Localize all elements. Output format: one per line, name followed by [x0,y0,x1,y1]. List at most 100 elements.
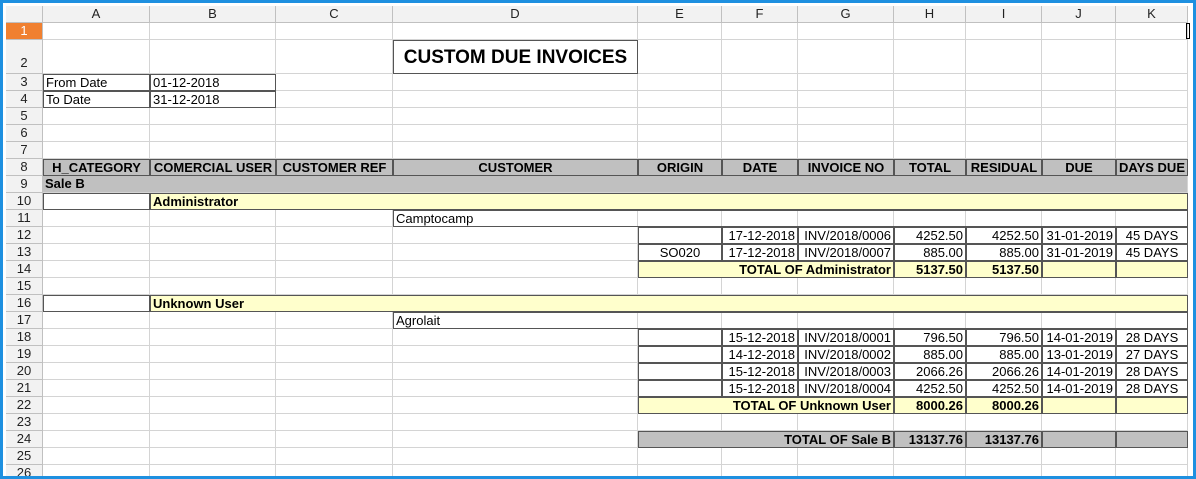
grid-cell[interactable] [43,278,150,295]
grid-cell[interactable] [722,142,798,159]
grid-cell[interactable] [276,23,393,40]
row-header-11[interactable]: 11 [6,210,43,227]
grid-cell[interactable] [798,23,894,40]
grid-cell[interactable] [276,125,393,142]
grid-cell[interactable] [1042,278,1116,295]
grid-cell[interactable] [1042,40,1116,74]
grid-cell[interactable] [966,40,1042,74]
grid-cell[interactable] [276,431,393,448]
grid-cell[interactable] [150,465,276,476]
grid-cell[interactable] [798,142,894,159]
row-header-12[interactable]: 12 [6,227,43,244]
grid-cell[interactable] [722,465,798,476]
grid-cell[interactable] [722,40,798,74]
grid-cell[interactable] [150,431,276,448]
grid-cell[interactable] [150,227,276,244]
grid-cell[interactable] [722,91,798,108]
grid-cell[interactable] [722,108,798,125]
grid-cell[interactable] [43,40,150,74]
grid-cell[interactable] [393,431,638,448]
row-header-24[interactable]: 24 [6,431,43,448]
grid-cell[interactable] [276,91,393,108]
grid-cell[interactable] [43,363,150,380]
grid-cell[interactable] [1116,414,1188,431]
grid-cell[interactable] [1042,91,1116,108]
row-header-2[interactable]: 2 [6,40,43,74]
grid-cell[interactable] [276,312,393,329]
grid-cell[interactable] [1042,108,1116,125]
grid-cell[interactable] [894,125,966,142]
grid-cell[interactable] [722,278,798,295]
grid-cell[interactable] [638,40,722,74]
grid-cell[interactable] [966,74,1042,91]
grid-cell[interactable] [43,380,150,397]
grid-cell[interactable] [1116,23,1188,40]
grid-cell[interactable] [43,23,150,40]
grid-cell[interactable] [393,227,638,244]
grid-cell[interactable] [638,91,722,108]
row-header-5[interactable]: 5 [6,108,43,125]
grid-cell[interactable] [894,278,966,295]
grid-cell[interactable] [150,142,276,159]
grid-cell[interactable] [276,465,393,476]
grid-cell[interactable] [393,91,638,108]
grid-cell[interactable] [150,448,276,465]
select-all-corner[interactable] [6,6,43,23]
grid-cell[interactable] [1042,142,1116,159]
grid-cell[interactable] [393,108,638,125]
grid-cell[interactable] [150,397,276,414]
grid-cell[interactable] [638,414,722,431]
grid-cell[interactable] [43,414,150,431]
grid-cell[interactable] [150,329,276,346]
grid-cell[interactable] [798,414,894,431]
grid-cell[interactable] [393,414,638,431]
grid-cell[interactable] [1042,465,1116,476]
grid-cell[interactable] [722,414,798,431]
grid-cell[interactable] [43,210,150,227]
grid-cell[interactable] [638,23,722,40]
grid-cell[interactable] [393,380,638,397]
grid-cell[interactable] [150,346,276,363]
grid-cell[interactable] [150,278,276,295]
column-header-a[interactable]: A [43,6,150,23]
grid-cell[interactable] [1042,125,1116,142]
grid-cell[interactable] [798,278,894,295]
grid-cell[interactable] [1116,40,1188,74]
column-header-j[interactable]: J [1042,6,1116,23]
grid-cell[interactable] [43,125,150,142]
grid-cell[interactable] [798,74,894,91]
grid-cell[interactable] [966,91,1042,108]
grid-cell[interactable] [150,210,276,227]
grid-cell[interactable] [43,465,150,476]
grid-cell[interactable] [150,261,276,278]
grid-cell[interactable] [722,74,798,91]
row-header-26[interactable]: 26 [6,465,43,476]
grid-cell[interactable] [43,261,150,278]
grid-cell[interactable] [276,414,393,431]
grid-cell[interactable] [393,397,638,414]
row-header-22[interactable]: 22 [6,397,43,414]
grid-cell[interactable] [798,125,894,142]
row-header-13[interactable]: 13 [6,244,43,261]
grid-cell[interactable] [798,108,894,125]
row-header-3[interactable]: 3 [6,74,43,91]
grid-cell[interactable] [276,397,393,414]
to-date-value[interactable]: 31-12-2018 [150,91,276,108]
grid-cell[interactable] [150,380,276,397]
grid-cell[interactable] [150,108,276,125]
row-header-21[interactable]: 21 [6,380,43,397]
row-header-10[interactable]: 10 [6,193,43,210]
grid-cell[interactable] [1042,414,1116,431]
grid-cell[interactable] [722,125,798,142]
row-header-15[interactable]: 15 [6,278,43,295]
grid-cell[interactable] [276,363,393,380]
grid-cell[interactable] [43,142,150,159]
grid-cell[interactable] [722,448,798,465]
grid-cell[interactable] [638,448,722,465]
grid-cell[interactable] [276,346,393,363]
column-header-i[interactable]: I [966,6,1042,23]
grid-cell[interactable] [276,380,393,397]
grid-cell[interactable] [43,329,150,346]
grid-cell[interactable] [393,261,638,278]
grid-cell[interactable] [894,465,966,476]
